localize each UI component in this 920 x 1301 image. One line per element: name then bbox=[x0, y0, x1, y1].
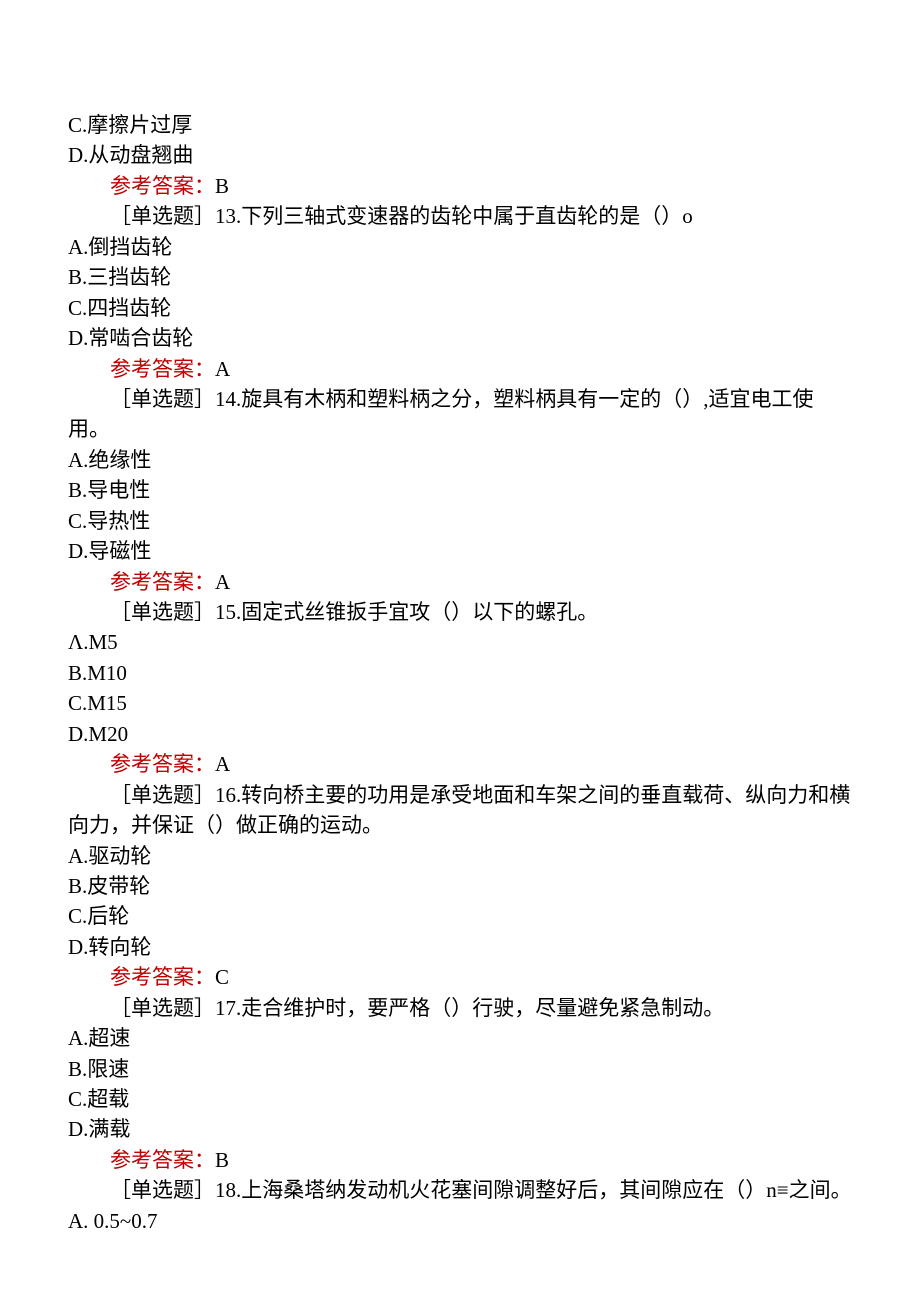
option-line: B.三挡齿轮 bbox=[68, 262, 852, 292]
option-line: B.皮带轮 bbox=[68, 871, 852, 901]
option-line: C.超载 bbox=[68, 1084, 852, 1114]
question-line: ［单选题］13.下列三轴式变速器的齿轮中属于直齿轮的是（）o bbox=[68, 201, 852, 231]
option-line: A.绝缘性 bbox=[68, 445, 852, 475]
answer-line: 参考答案：B bbox=[68, 171, 852, 201]
answer-value: A bbox=[215, 570, 230, 594]
option-line: C.摩擦片过厚 bbox=[68, 110, 852, 140]
option-line: B.M10 bbox=[68, 658, 852, 688]
option-line: B.导电性 bbox=[68, 475, 852, 505]
question-line: ［单选题］17.走合维护时，要严格（）行驶，尽量避免紧急制动。 bbox=[68, 993, 852, 1023]
answer-line: 参考答案：A bbox=[68, 749, 852, 779]
answer-line: 参考答案：C bbox=[68, 962, 852, 992]
option-line: A.超速 bbox=[68, 1023, 852, 1053]
option-line: C.四挡齿轮 bbox=[68, 293, 852, 323]
answer-label: 参考答案： bbox=[110, 965, 215, 989]
answer-label: 参考答案： bbox=[110, 174, 215, 198]
document-content: C.摩擦片过厚D.从动盘翘曲参考答案：B［单选题］13.下列三轴式变速器的齿轮中… bbox=[68, 110, 852, 1236]
option-line: D.常啮合齿轮 bbox=[68, 323, 852, 353]
answer-line: 参考答案：A bbox=[68, 567, 852, 597]
answer-value: A bbox=[215, 752, 230, 776]
answer-value: C bbox=[215, 965, 229, 989]
answer-label: 参考答案： bbox=[110, 752, 215, 776]
answer-label: 参考答案： bbox=[110, 357, 215, 381]
option-line: D.转向轮 bbox=[68, 932, 852, 962]
question-line: ［单选题］15.固定式丝锥扳手宜攻（）以下的螺孔。 bbox=[68, 597, 852, 627]
option-line: D.满载 bbox=[68, 1114, 852, 1144]
question-line: ［单选题］16.转向桥主要的功用是承受地面和车架之间的垂直载荷、纵向力和横向力，… bbox=[68, 780, 852, 841]
answer-value: B bbox=[215, 1148, 229, 1172]
option-line: B.限速 bbox=[68, 1054, 852, 1084]
question-line: ［单选题］18.上海桑塔纳发动机火花塞间隙调整好后，其间隙应在（）n≡之间。 bbox=[68, 1175, 852, 1205]
option-line: D.从动盘翘曲 bbox=[68, 140, 852, 170]
option-line: C.M15 bbox=[68, 688, 852, 718]
answer-value: B bbox=[215, 174, 229, 198]
option-line: C.后轮 bbox=[68, 901, 852, 931]
answer-line: 参考答案：A bbox=[68, 354, 852, 384]
answer-label: 参考答案： bbox=[110, 1148, 215, 1172]
answer-label: 参考答案： bbox=[110, 570, 215, 594]
option-line: D.M20 bbox=[68, 719, 852, 749]
answer-line: 参考答案：B bbox=[68, 1145, 852, 1175]
option-line: A. 0.5~0.7 bbox=[68, 1206, 852, 1236]
option-line: A.倒挡齿轮 bbox=[68, 232, 852, 262]
question-line: ［单选题］14.旋具有木柄和塑料柄之分，塑料柄具有一定的（）,适宜电工使用。 bbox=[68, 384, 852, 445]
option-line: D.导磁性 bbox=[68, 536, 852, 566]
option-line: A.驱动轮 bbox=[68, 841, 852, 871]
option-line: C.导热性 bbox=[68, 506, 852, 536]
option-line: Λ.M5 bbox=[68, 627, 852, 657]
answer-value: A bbox=[215, 357, 230, 381]
